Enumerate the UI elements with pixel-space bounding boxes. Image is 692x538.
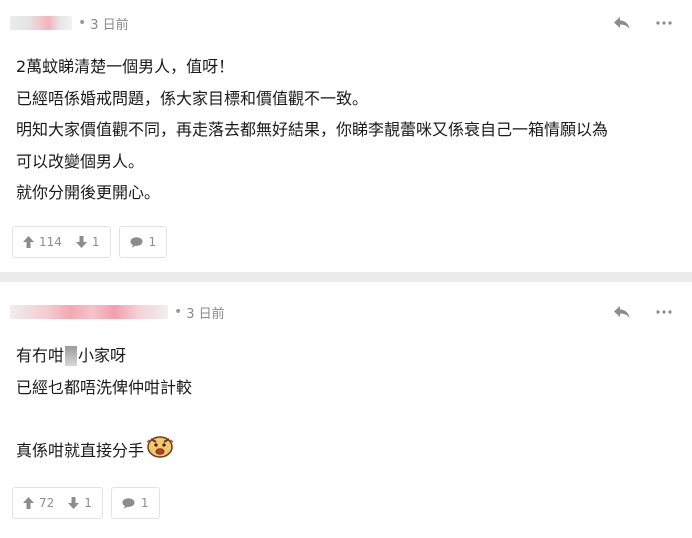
- replies-button[interactable]: 1: [118, 226, 168, 258]
- reply-count: 1: [148, 235, 157, 249]
- redacted-character: [65, 345, 78, 366]
- speech-bubble-icon: [122, 497, 135, 509]
- comment-body: 2萬蚊睇清楚一個男人，值呀！ 已經唔係婚戒問題，係大家目標和價值觀不一致。 明知…: [16, 51, 672, 209]
- upvote-count: 72: [39, 496, 55, 510]
- comment-text: 小家呀: [78, 346, 127, 365]
- comment-line: 已經唔係婚戒問題，係大家目標和價值觀不一致。: [16, 88, 369, 108]
- downvote-count: 1: [91, 235, 100, 249]
- vote-pill: 114 1: [12, 226, 111, 258]
- more-dots-icon[interactable]: [654, 303, 674, 321]
- meta-separator: •: [78, 15, 87, 31]
- replies-button[interactable]: 1: [110, 487, 160, 519]
- downvote-button[interactable]: 1: [68, 496, 92, 510]
- reply-arrow-icon[interactable]: [612, 14, 632, 32]
- arrow-up-icon: [23, 236, 34, 248]
- comment-line: 明知大家價值觀不同，再走落去都無好結果，你睇李靚蕾咪又係衰自己一箱情願以為: [16, 120, 609, 139]
- upvote-count: 114: [39, 235, 62, 249]
- comment-text: 有冇咁: [16, 346, 65, 365]
- arrow-down-icon: [68, 497, 80, 509]
- arrow-up-icon: [23, 497, 34, 509]
- comment-line: 可以改變個男人。: [16, 151, 145, 171]
- comment-body: 有冇咁 小家呀 已經乜都唔洗俾仲咁計較 真係咁就直接分手: [16, 340, 672, 467]
- comment-text: 真係咁就直接分手: [16, 441, 145, 460]
- vote-bar: 72 1 1: [12, 487, 160, 519]
- comment-line: 已經乜都唔洗俾仲咁計較: [16, 377, 193, 397]
- upvote-button[interactable]: 72: [23, 496, 54, 510]
- comment-line: 真係咁就直接分手: [16, 435, 672, 467]
- username-redacted[interactable]: [10, 305, 168, 319]
- comment-line: 2萬蚊睇清楚一個男人，值呀！: [16, 57, 235, 76]
- reply-count: 1: [140, 496, 149, 510]
- comment-meta: • 3 日前: [10, 12, 129, 34]
- angry-face-sticker-icon: [145, 433, 175, 470]
- comment-time: 3 日前: [90, 17, 129, 33]
- vote-pill: 72 1: [12, 487, 103, 519]
- downvote-button[interactable]: 1: [75, 235, 100, 249]
- comment-meta: • 3 日前: [10, 301, 225, 323]
- arrow-down-icon: [75, 236, 87, 248]
- username-redacted[interactable]: [10, 16, 72, 30]
- comment-actions: [612, 14, 674, 32]
- comment-actions: [612, 303, 674, 321]
- comment-line: 就你分開後更開心。: [16, 183, 161, 202]
- more-dots-icon[interactable]: [654, 14, 674, 32]
- speech-bubble-icon: [130, 236, 143, 248]
- meta-separator: •: [174, 304, 183, 320]
- upvote-button[interactable]: 114: [23, 235, 62, 249]
- comment-time: 3 日前: [186, 306, 225, 322]
- comment-line: 有冇咁 小家呀: [16, 340, 672, 372]
- vote-bar: 114 1 1: [12, 226, 168, 258]
- downvote-count: 1: [84, 496, 92, 510]
- reply-arrow-icon[interactable]: [612, 303, 632, 321]
